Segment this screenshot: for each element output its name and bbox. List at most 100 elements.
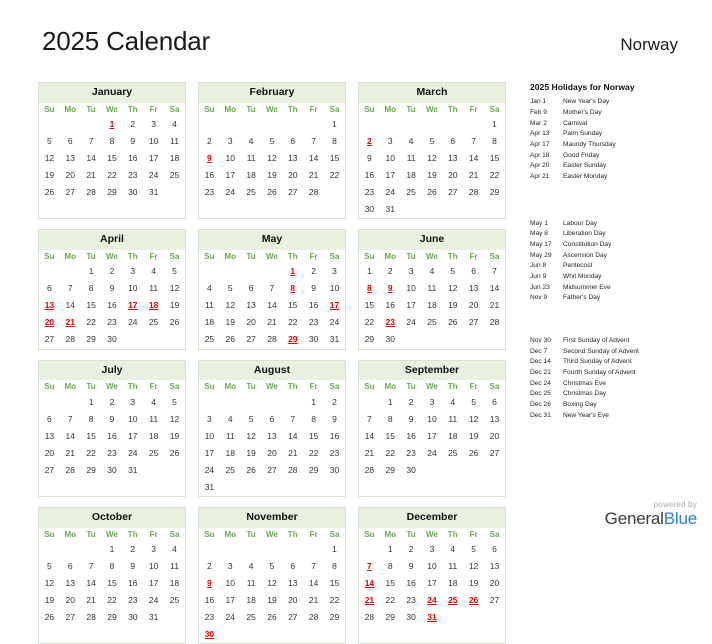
day-cell: 16 [204,594,215,605]
day-cell: 10 [225,577,235,588]
empty-day-cell [282,394,303,411]
day-cell: 17 [225,169,235,180]
day-cell: 29 [385,464,395,475]
holiday-day-cell: 8 [290,283,296,294]
day-cell: 27 [288,186,298,197]
weekday-label: Th [287,529,298,539]
day-cell: 5 [172,266,177,277]
day-cell: 20 [468,300,479,311]
day-cell: 30 [128,611,138,622]
day-cell: 26 [267,611,277,622]
day-cell: 18 [448,577,458,588]
empty-day-cell [164,332,185,349]
day-cell: 23 [128,594,138,605]
day-cell: 29 [329,611,340,622]
day-cell: 4 [450,396,456,407]
day-cell: 1 [88,396,94,407]
empty-day-cell [262,479,283,496]
day-cell: 14 [364,430,375,441]
weekday-label: Fr [469,104,478,114]
day-cell: 16 [204,169,215,180]
day-cell: 9 [109,413,115,424]
weekday-label: Tu [406,529,416,539]
day-cell: 19 [44,169,55,180]
day-cell: 24 [148,169,159,180]
weekday-label: Sa [489,382,500,392]
day-cell: 21 [468,169,479,180]
month-title: December [359,508,505,528]
day-cell: 15 [385,430,395,441]
weekday-label: Th [447,251,458,261]
day-cell: 30 [406,464,416,475]
day-cell: 1 [492,118,497,129]
weekday-label: Su [204,529,215,539]
day-cell: 18 [225,447,235,458]
holiday-name: Christmas Eve [563,379,606,387]
weekday-header-row: Su Mo Tu We Th Fr Sa [199,103,345,117]
day-cell: 13 [65,577,75,588]
day-cell: 25 [246,611,256,622]
empty-day-cell [81,116,102,133]
week-row: 23 24 25 26 27 28 29 [199,609,345,626]
weekday-header-row: Su Mo Tu We Th Fr Sa [359,103,505,117]
holiday-row: Mar 2 Carnival [530,119,700,130]
empty-day-cell [401,332,422,349]
week-row: 10 11 12 13 14 15 16 [199,428,345,445]
holiday-group-list: Jan 1 New Year's Day Feb 9 Mother's Day Mar … [530,97,700,421]
day-cell: 26 [169,447,180,458]
day-cell: 24 [128,317,138,328]
day-cell: 25 [204,334,215,345]
empty-day-cell [463,609,484,626]
day-cell: 29 [86,334,96,345]
day-cell: 30 [107,334,117,345]
day-cell: 23 [204,611,215,622]
weekday-label: Tu [86,382,96,392]
weekday-label: Mo [64,382,77,392]
holiday-row: Apr 13 Palm Sunday [530,129,700,140]
day-cell: 20 [65,594,75,605]
holiday-date: May 8 [530,230,548,238]
day-cell: 3 [207,413,212,424]
empty-day-cell [303,626,324,643]
holiday-name: Mother's Day [563,108,602,116]
day-cell: 26 [225,334,235,345]
holiday-date: Dec 24 [530,379,551,387]
day-cell: 23 [128,169,138,180]
day-cell: 21 [308,169,319,180]
day-cell: 4 [408,135,414,146]
holiday-name: Pentecost [563,262,593,270]
week-row: 5 6 7 8 9 10 11 [39,558,185,575]
day-cell: 26 [44,186,55,197]
empty-day-cell [282,626,303,643]
day-cell: 11 [448,413,458,424]
holiday-date: Apr 13 [530,130,550,138]
day-cell: 28 [489,317,500,328]
week-row: 1 2 3 4 5 6 7 [359,264,505,281]
day-cell: 27 [267,464,277,475]
weekday-label: Tu [246,529,256,539]
holiday-day-cell: 7 [367,560,372,571]
holiday-row: Jun 8 Pentecost [530,261,700,272]
day-cell: 3 [227,135,233,146]
month-title: September [359,360,505,381]
day-cell: 4 [207,283,212,294]
holiday-day-cell: 30 [204,628,215,639]
day-cell: 31 [148,611,159,622]
day-cell: 20 [448,169,458,180]
weekday-header-row: Su Mo Tu We Th Fr Sa [199,528,345,542]
day-cell: 15 [364,300,375,311]
day-cell: 14 [288,430,298,441]
weekday-label: Su [44,251,55,261]
empty-day-cell [442,332,463,349]
day-cell: 24 [406,317,416,328]
day-cell: 13 [288,152,298,163]
day-cell: 16 [406,577,416,588]
holiday-row: Apr 20 Easter Sunday [530,161,700,172]
weekday-label: Fr [469,529,478,539]
day-cell: 3 [227,560,233,571]
day-cell: 12 [169,413,180,424]
weekday-label: Su [204,382,215,392]
week-row: 1 [199,116,345,133]
weekday-label: Mo [224,251,237,261]
week-row: 14 15 16 17 18 19 20 [359,428,505,445]
